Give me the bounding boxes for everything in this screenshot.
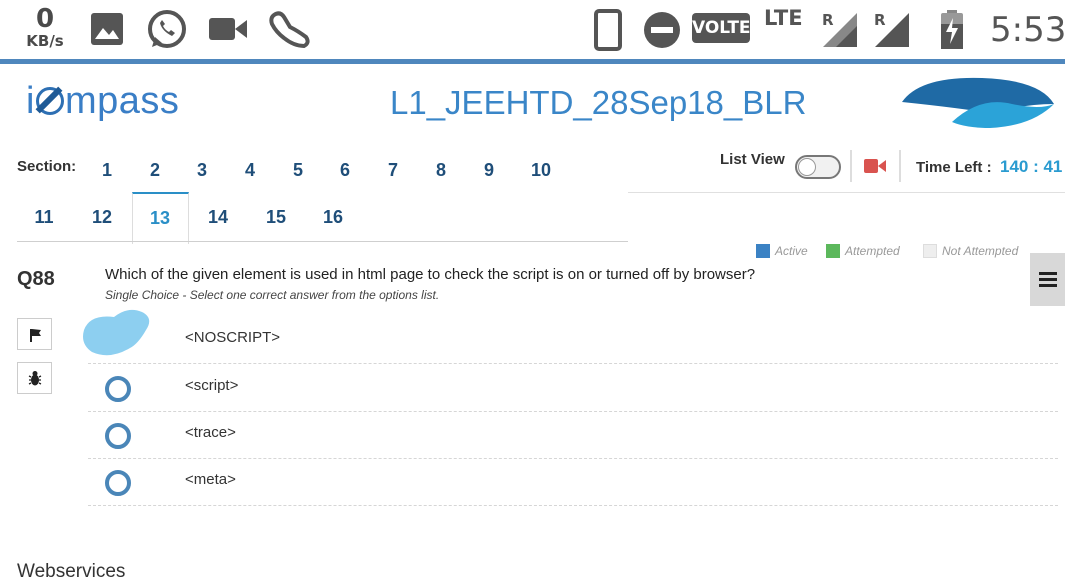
section-tab-11[interactable]: 11 — [29, 207, 59, 228]
menu-icon — [1039, 278, 1057, 281]
option-label: <script> — [185, 377, 239, 394]
section-tab-6[interactable]: 6 — [330, 160, 360, 181]
option-row[interactable]: <NOSCRIPT> — [88, 316, 1058, 364]
logo-text-prefix: i — [26, 80, 35, 122]
divider — [899, 150, 901, 182]
radio-button[interactable] — [105, 376, 131, 402]
phone-icon — [594, 9, 622, 51]
divider — [628, 192, 1065, 193]
option-row[interactable]: <trace> — [88, 411, 1058, 459]
section-label: Section: — [17, 158, 77, 175]
option-row[interactable]: <meta> — [88, 458, 1058, 506]
attempted-swatch — [826, 244, 840, 258]
list-view-label: List View — [720, 151, 785, 168]
radio-button[interactable] — [105, 470, 131, 496]
header-accent-line — [0, 59, 1065, 64]
video-camera-icon[interactable] — [864, 158, 886, 174]
option-label: <meta> — [185, 471, 236, 488]
video-camera-icon — [209, 18, 247, 40]
brand-logo-icon — [902, 77, 1054, 128]
menu-button[interactable] — [1030, 253, 1065, 306]
toggle-knob — [798, 158, 816, 176]
whatsapp-icon — [148, 10, 186, 48]
report-bug-button[interactable] — [17, 362, 52, 394]
menu-icon — [1039, 272, 1057, 275]
question-instruction: Single Choice - Select one correct answe… — [105, 288, 440, 302]
battery-icon — [941, 10, 963, 49]
list-view-toggle[interactable] — [795, 155, 841, 179]
footer-text: Webservices — [17, 561, 126, 582]
option-label: <trace> — [185, 424, 236, 441]
network-speed-value: 0 — [35, 4, 55, 34]
section-tab-5[interactable]: 5 — [283, 160, 313, 181]
section-tab-15[interactable]: 15 — [261, 207, 291, 228]
section-tab-2[interactable]: 2 — [140, 160, 170, 181]
logo-text-suffix: mpass — [64, 80, 180, 122]
option-row[interactable]: <script> — [88, 364, 1058, 412]
status-bar: 0 KB/s VOLTE LTE R R 5:53 — [0, 0, 1065, 60]
exam-title: L1_JEEHTD_28Sep18_BLR — [390, 84, 807, 121]
divider — [850, 150, 852, 182]
bug-icon — [28, 371, 42, 386]
question-text: Which of the given element is used in ht… — [105, 266, 756, 283]
option-label: <NOSCRIPT> — [185, 329, 281, 346]
flag-icon — [30, 329, 41, 342]
shoe-icon — [269, 11, 310, 49]
compass-icon — [35, 87, 64, 115]
section-tab-8[interactable]: 8 — [426, 160, 456, 181]
active-swatch — [756, 244, 770, 258]
icompass-logo: i mpass — [26, 80, 179, 123]
section-tab-12[interactable]: 12 — [87, 207, 117, 228]
time-left-label: Time Left : — [916, 159, 992, 176]
signal-icon — [823, 13, 857, 47]
signal-icon — [875, 13, 909, 47]
not-attempted-swatch — [923, 244, 937, 258]
legend-attempted-label: Attempted — [845, 244, 900, 258]
legend-not-attempted: Not Attempted — [923, 244, 1018, 258]
section-tab-3[interactable]: 3 — [187, 160, 217, 181]
gallery-icon — [91, 13, 123, 45]
question-number: Q88 — [17, 268, 55, 290]
radio-button[interactable] — [105, 423, 131, 449]
section-tab-13[interactable]: 13 — [145, 208, 175, 229]
volte-indicator: VOLTE — [692, 13, 751, 43]
legend-active-label: Active — [775, 244, 808, 258]
section-tab-1[interactable]: 1 — [92, 160, 122, 181]
legend-attempted: Attempted — [826, 244, 900, 258]
section-tab-4[interactable]: 4 — [235, 160, 265, 181]
network-speed: 0 KB/s — [22, 6, 68, 49]
menu-icon — [1039, 284, 1057, 287]
do-not-disturb-icon — [644, 12, 680, 48]
section-tab-14[interactable]: 14 — [203, 207, 233, 228]
flag-button[interactable] — [17, 318, 52, 350]
section-tab-7[interactable]: 7 — [378, 160, 408, 181]
divider — [17, 241, 628, 242]
network-speed-unit: KB/s — [26, 32, 64, 50]
section-tab-9[interactable]: 9 — [474, 160, 504, 181]
section-tab-16[interactable]: 16 — [318, 207, 348, 228]
lte-indicator: LTE — [764, 6, 803, 30]
legend-not-attempted-label: Not Attempted — [942, 244, 1019, 258]
time-left-value: 140 : 41 — [1000, 157, 1063, 176]
section-tab-10[interactable]: 10 — [526, 160, 556, 181]
clock: 5:53 — [990, 10, 1065, 50]
legend-active: Active — [756, 244, 808, 258]
